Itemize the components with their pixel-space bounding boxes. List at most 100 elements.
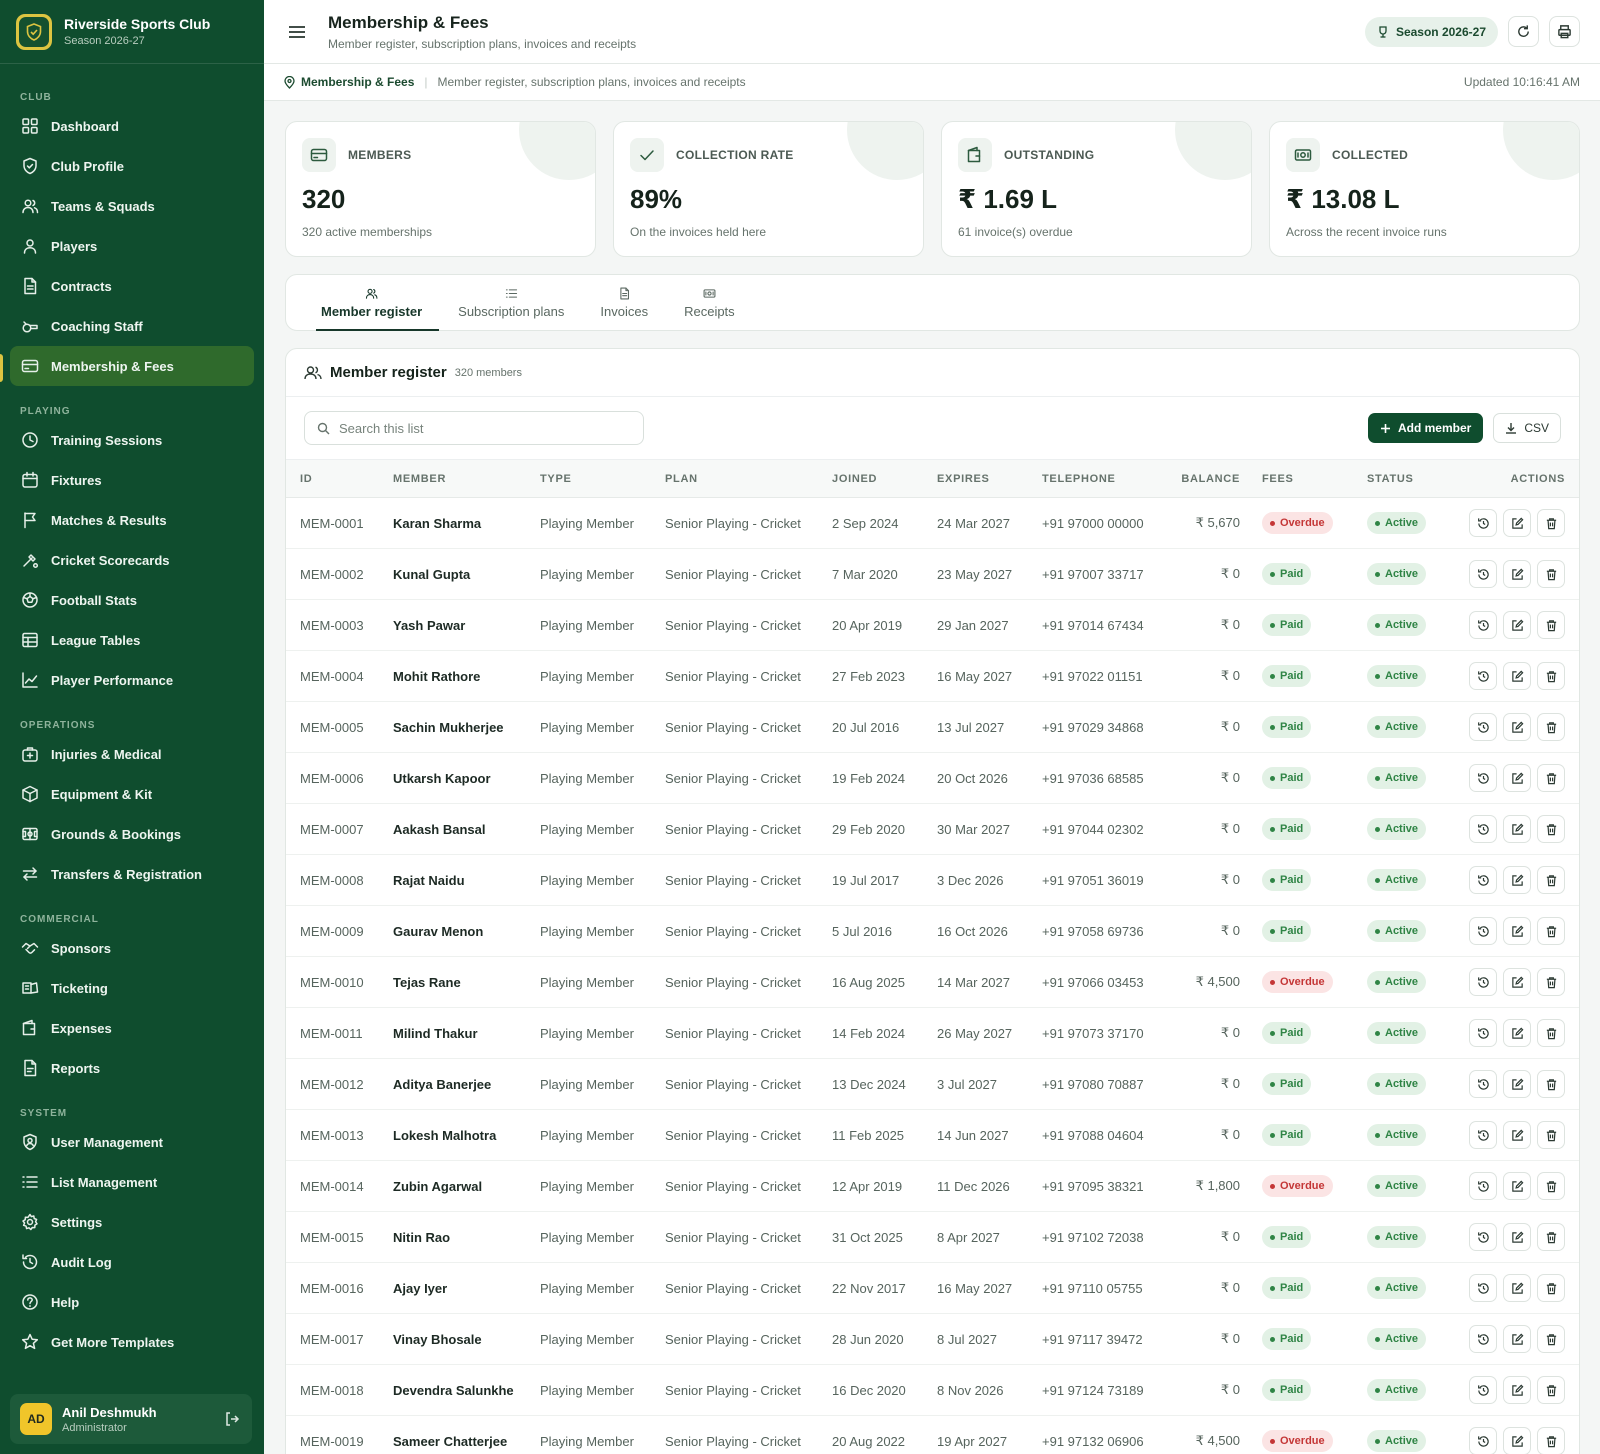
sidebar-item-training-sessions[interactable]: Training Sessions bbox=[10, 420, 254, 460]
member-name[interactable]: Yash Pawar bbox=[393, 600, 540, 651]
history-button[interactable] bbox=[1469, 1121, 1497, 1149]
delete-button[interactable] bbox=[1537, 611, 1565, 639]
sidebar-item-equipment-and-kit[interactable]: Equipment & Kit bbox=[10, 774, 254, 814]
edit-button[interactable] bbox=[1503, 1223, 1531, 1251]
sidebar-item-dashboard[interactable]: Dashboard bbox=[10, 106, 254, 146]
table-row[interactable]: MEM-0004 Mohit Rathore Playing Member Senio… bbox=[286, 651, 1579, 702]
breadcrumb-current[interactable]: Membership & Fees bbox=[284, 75, 414, 89]
sidebar-item-players[interactable]: Players bbox=[10, 226, 254, 266]
history-button[interactable] bbox=[1469, 917, 1497, 945]
edit-button[interactable] bbox=[1503, 764, 1531, 792]
add-member-button[interactable]: Add member bbox=[1367, 413, 1484, 443]
csv-export-button[interactable]: CSV bbox=[1493, 413, 1561, 443]
column-header-member[interactable]: MEMBER bbox=[393, 460, 540, 498]
member-name[interactable]: Milind Thakur bbox=[393, 1008, 540, 1059]
delete-button[interactable] bbox=[1537, 815, 1565, 843]
table-row[interactable]: MEM-0011 Milind Thakur Playing Member Senio… bbox=[286, 1008, 1579, 1059]
member-name[interactable]: Lokesh Malhotra bbox=[393, 1110, 540, 1161]
member-name[interactable]: Mohit Rathore bbox=[393, 651, 540, 702]
print-button[interactable] bbox=[1549, 16, 1580, 47]
history-button[interactable] bbox=[1469, 1223, 1497, 1251]
history-button[interactable] bbox=[1469, 1019, 1497, 1047]
history-button[interactable] bbox=[1469, 866, 1497, 894]
refresh-button[interactable] bbox=[1508, 16, 1539, 47]
sidebar-item-teams-and-squads[interactable]: Teams & Squads bbox=[10, 186, 254, 226]
member-name[interactable]: Kunal Gupta bbox=[393, 549, 540, 600]
table-row[interactable]: MEM-0003 Yash Pawar Playing Member Senior P… bbox=[286, 600, 1579, 651]
member-name[interactable]: Rajat Naidu bbox=[393, 855, 540, 906]
edit-button[interactable] bbox=[1503, 509, 1531, 537]
history-button[interactable] bbox=[1469, 1274, 1497, 1302]
sidebar-item-fixtures[interactable]: Fixtures bbox=[10, 460, 254, 500]
edit-button[interactable] bbox=[1503, 1325, 1531, 1353]
edit-button[interactable] bbox=[1503, 1019, 1531, 1047]
sidebar-item-membership-and-fees[interactable]: Membership & Fees bbox=[10, 346, 254, 386]
member-name[interactable]: Aakash Bansal bbox=[393, 804, 540, 855]
column-header-expires[interactable]: EXPIRES bbox=[937, 460, 1042, 498]
table-row[interactable]: MEM-0002 Kunal Gupta Playing Member Senior … bbox=[286, 549, 1579, 600]
table-row[interactable]: MEM-0008 Rajat Naidu Playing Member Senior … bbox=[286, 855, 1579, 906]
history-button[interactable] bbox=[1469, 560, 1497, 588]
search-input[interactable]: Search this list bbox=[304, 411, 644, 445]
tab-subscription-plans[interactable]: Subscription plans bbox=[455, 275, 567, 330]
member-name[interactable]: Zubin Agarwal bbox=[393, 1161, 540, 1212]
history-button[interactable] bbox=[1469, 1427, 1497, 1454]
edit-button[interactable] bbox=[1503, 713, 1531, 741]
sidebar-item-league-tables[interactable]: League Tables bbox=[10, 620, 254, 660]
table-row[interactable]: MEM-0005 Sachin Mukherjee Playing Member Se… bbox=[286, 702, 1579, 753]
sidebar-item-ticketing[interactable]: Ticketing bbox=[10, 968, 254, 1008]
sidebar-item-injuries-and-medical[interactable]: Injuries & Medical bbox=[10, 734, 254, 774]
edit-button[interactable] bbox=[1503, 662, 1531, 690]
delete-button[interactable] bbox=[1537, 917, 1565, 945]
member-name[interactable]: Vinay Bhosale bbox=[393, 1314, 540, 1365]
edit-button[interactable] bbox=[1503, 611, 1531, 639]
delete-button[interactable] bbox=[1537, 1070, 1565, 1098]
member-name[interactable]: Sachin Mukherjee bbox=[393, 702, 540, 753]
sidebar-item-list-management[interactable]: List Management bbox=[10, 1162, 254, 1202]
edit-button[interactable] bbox=[1503, 1274, 1531, 1302]
sidebar-item-user-management[interactable]: User Management bbox=[10, 1122, 254, 1162]
history-button[interactable] bbox=[1469, 509, 1497, 537]
delete-button[interactable] bbox=[1537, 662, 1565, 690]
history-button[interactable] bbox=[1469, 1325, 1497, 1353]
delete-button[interactable] bbox=[1537, 1376, 1565, 1404]
history-button[interactable] bbox=[1469, 1070, 1497, 1098]
sidebar-item-matches-and-results[interactable]: Matches & Results bbox=[10, 500, 254, 540]
column-header-fees[interactable]: FEES bbox=[1262, 460, 1367, 498]
delete-button[interactable] bbox=[1537, 713, 1565, 741]
delete-button[interactable] bbox=[1537, 764, 1565, 792]
sidebar-item-help[interactable]: Help bbox=[10, 1282, 254, 1322]
column-header-id[interactable]: ID bbox=[286, 460, 393, 498]
table-row[interactable]: MEM-0014 Zubin Agarwal Playing Member Senio… bbox=[286, 1161, 1579, 1212]
sidebar-item-settings[interactable]: Settings bbox=[10, 1202, 254, 1242]
delete-button[interactable] bbox=[1537, 1274, 1565, 1302]
delete-button[interactable] bbox=[1537, 866, 1565, 894]
table-row[interactable]: MEM-0010 Tejas Rane Playing Member Senior P… bbox=[286, 957, 1579, 1008]
sidebar-item-audit-log[interactable]: Audit Log bbox=[10, 1242, 254, 1282]
table-row[interactable]: MEM-0013 Lokesh Malhotra Playing Member Sen… bbox=[286, 1110, 1579, 1161]
history-button[interactable] bbox=[1469, 1376, 1497, 1404]
table-row[interactable]: MEM-0017 Vinay Bhosale Playing Member Senio… bbox=[286, 1314, 1579, 1365]
sidebar-item-player-performance[interactable]: Player Performance bbox=[10, 660, 254, 700]
table-row[interactable]: MEM-0012 Aditya Banerjee Playing Member Sen… bbox=[286, 1059, 1579, 1110]
edit-button[interactable] bbox=[1503, 866, 1531, 894]
sidebar-item-club-profile[interactable]: Club Profile bbox=[10, 146, 254, 186]
member-name[interactable]: Aditya Banerjee bbox=[393, 1059, 540, 1110]
edit-button[interactable] bbox=[1503, 1376, 1531, 1404]
column-header-status[interactable]: STATUS bbox=[1367, 460, 1467, 498]
member-name[interactable]: Karan Sharma bbox=[393, 498, 540, 549]
tab-receipts[interactable]: Receipts bbox=[681, 275, 738, 330]
edit-button[interactable] bbox=[1503, 1121, 1531, 1149]
member-name[interactable]: Nitin Rao bbox=[393, 1212, 540, 1263]
member-name[interactable]: Sameer Chatterjee bbox=[393, 1416, 540, 1454]
column-header-type[interactable]: TYPE bbox=[540, 460, 665, 498]
member-name[interactable]: Gaurav Menon bbox=[393, 906, 540, 957]
sidebar-item-coaching-staff[interactable]: Coaching Staff bbox=[10, 306, 254, 346]
member-name[interactable]: Utkarsh Kapoor bbox=[393, 753, 540, 804]
delete-button[interactable] bbox=[1537, 1172, 1565, 1200]
history-button[interactable] bbox=[1469, 815, 1497, 843]
edit-button[interactable] bbox=[1503, 917, 1531, 945]
column-header-joined[interactable]: JOINED bbox=[832, 460, 937, 498]
history-button[interactable] bbox=[1469, 611, 1497, 639]
sidebar-item-football-stats[interactable]: Football Stats bbox=[10, 580, 254, 620]
